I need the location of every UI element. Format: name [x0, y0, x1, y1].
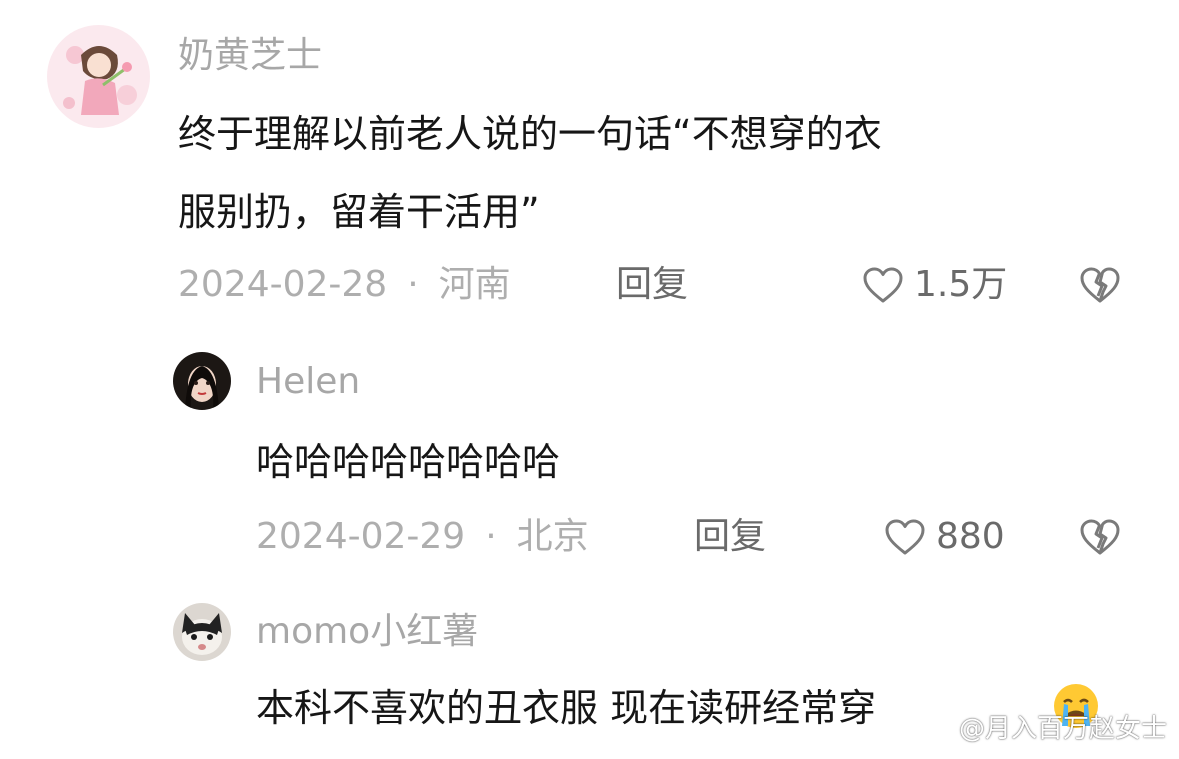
heart-outline-icon: [863, 267, 903, 303]
reply-button[interactable]: 回复: [694, 514, 766, 560]
avatar[interactable]: [173, 603, 231, 661]
comment-text-line: 哈哈哈哈哈哈哈哈: [256, 440, 561, 484]
like-count: 880: [936, 516, 1005, 557]
like-button[interactable]: 1.5万: [862, 262, 1007, 308]
broken-heart-icon: [1080, 519, 1120, 555]
avatar[interactable]: [173, 352, 231, 410]
comment-location: 北京: [516, 516, 589, 557]
comment-location: 河南: [438, 264, 511, 305]
dislike-button[interactable]: [1078, 518, 1122, 556]
comment-text-line: 本科不喜欢的丑衣服 现在读研经常穿: [256, 686, 877, 730]
like-count: 1.5万: [914, 264, 1008, 305]
reply-button[interactable]: 回复: [616, 262, 688, 308]
dislike-button[interactable]: [1078, 266, 1122, 304]
comment-item: 奶黄芝士 终于理解以前老人说的一句话“不想穿的衣 服别扔，留着干活用” 2024…: [0, 0, 1179, 320]
comment-meta: 2024-02-29 · 北京: [256, 514, 589, 560]
comment-text-line: 终于理解以前老人说的一句话“不想穿的衣: [178, 112, 882, 156]
comment-meta: 2024-02-28 · 河南: [178, 262, 511, 308]
avatar[interactable]: [47, 25, 150, 128]
reply-item: Helen 哈哈哈哈哈哈哈哈 2024-02-29 · 北京 回复 880: [0, 330, 1179, 580]
comment-username[interactable]: momo小红薯: [256, 610, 478, 654]
comment-username[interactable]: Helen: [256, 360, 360, 404]
comment-date: 2024-02-29: [256, 516, 466, 557]
comment-text-line: 服别扔，留着干活用”: [178, 190, 540, 234]
meta-separator: ·: [485, 516, 497, 557]
like-button[interactable]: 880: [884, 514, 1005, 560]
heart-outline-icon: [885, 519, 925, 555]
comment-date: 2024-02-28: [178, 264, 388, 305]
watermark: @月入百万赵女士: [958, 714, 1167, 744]
meta-separator: ·: [407, 264, 419, 305]
broken-heart-icon: [1080, 267, 1120, 303]
comment-username[interactable]: 奶黄芝士: [178, 34, 322, 78]
